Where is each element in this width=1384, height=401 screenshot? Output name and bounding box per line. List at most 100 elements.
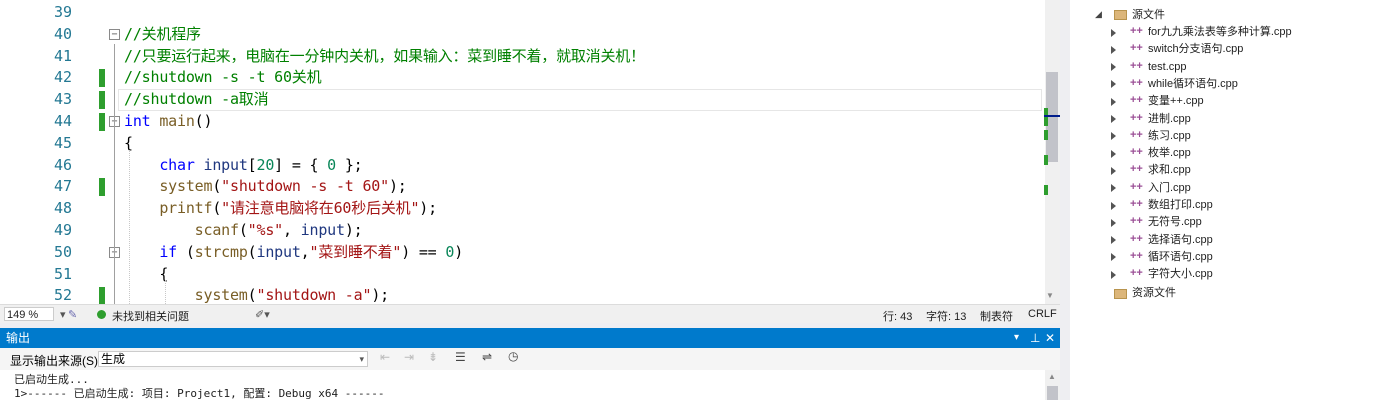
code-line[interactable]: 41 //只要运行起来，电脑在一分钟内关机，如果输入：菜到睡不着，就取消关机！: [0, 46, 1045, 68]
code-line[interactable]: 45{: [0, 133, 1045, 155]
prev-message-icon[interactable]: ⇤: [380, 350, 390, 364]
code-text: //shutdown -s -t 60关机: [124, 67, 322, 89]
code-line[interactable]: 42 //shutdown -s -t 60关机: [0, 67, 1045, 89]
collapsed-arrow-icon[interactable]: [1111, 28, 1116, 37]
tree-file-item[interactable]: 枚举.cpp: [1148, 145, 1191, 162]
code-token: //只要运行起来，电脑在一分钟内关机，如果输入：菜到睡不着，就取消关机！: [124, 46, 645, 65]
code-line[interactable]: 49 scanf("%s", input);: [0, 220, 1045, 242]
tree-folder-source[interactable]: 源文件: [1132, 7, 1165, 24]
collapsed-arrow-icon[interactable]: [1111, 149, 1116, 158]
tree-file-item[interactable]: for九九乘法表等多种计算.cpp: [1148, 24, 1292, 41]
line-number: 44: [53, 112, 72, 130]
code-token: //关机程序: [124, 24, 201, 43]
line-number: 46: [53, 155, 72, 174]
code-editor[interactable]: 39 40 −//关机程序 41 //只要运行起来，电脑在一分钟内关机，如果输入：菜到睡…: [0, 0, 1060, 304]
column-indicator[interactable]: 字符: 13: [926, 308, 966, 324]
code-token: (: [212, 199, 222, 218]
code-line[interactable]: 46 char input[20] = { 0 };: [0, 155, 1045, 177]
code-text: printf("请注意电脑将在60秒后关机");: [124, 198, 437, 220]
pin-icon[interactable]: ⊥: [1030, 328, 1040, 348]
close-icon[interactable]: ✕: [1045, 328, 1055, 348]
window-splitter[interactable]: [1060, 0, 1070, 400]
check-icon: [97, 310, 106, 319]
collapsed-arrow-icon[interactable]: [1111, 253, 1116, 262]
collapsed-arrow-icon[interactable]: [1111, 97, 1116, 106]
output-scroll-thumb[interactable]: [1047, 386, 1058, 400]
fold-guide: [114, 44, 115, 304]
code-line[interactable]: 39: [0, 2, 1045, 24]
eol-indicator[interactable]: CRLF: [1028, 308, 1057, 320]
collapsed-arrow-icon[interactable]: [1111, 218, 1116, 227]
line-number: 43: [53, 90, 72, 109]
zoom-level-select[interactable]: 149 %: [4, 307, 54, 321]
pane-menu-icon[interactable]: ▾: [1014, 328, 1019, 348]
issues-status[interactable]: 未找到相关问题: [112, 308, 189, 324]
collapsed-arrow-icon[interactable]: [1111, 45, 1116, 54]
code-token: 0: [327, 155, 337, 174]
output-source-select[interactable]: 生成 ▾: [98, 351, 368, 367]
line-number: 41: [53, 46, 72, 65]
folder-icon: [1114, 289, 1127, 299]
collapsed-arrow-icon[interactable]: [1111, 184, 1116, 193]
code-line[interactable]: 43 //shutdown -a取消: [0, 89, 1045, 112]
tree-file-item[interactable]: 变量++.cpp: [1148, 93, 1204, 110]
code-token: 0: [445, 242, 455, 261]
output-text-area[interactable]: 已启动生成... 1>------ 已启动生成: 项目: Project1, 配…: [0, 370, 1045, 400]
scroll-up-icon[interactable]: ▲: [1048, 372, 1056, 381]
tree-file-item[interactable]: test.cpp: [1148, 59, 1187, 76]
code-line[interactable]: 47 system("shutdown -s -t 60");: [0, 176, 1045, 198]
change-bar: [99, 69, 105, 88]
tree-file-item[interactable]: 字符大小.cpp: [1148, 266, 1213, 283]
indent-guide: [165, 280, 166, 304]
line-indicator[interactable]: 行: 43: [883, 308, 912, 324]
collapsed-arrow-icon[interactable]: [1111, 80, 1116, 89]
tree-file-item[interactable]: 求和.cpp: [1148, 162, 1191, 179]
tree-file-item[interactable]: 进制.cpp: [1148, 111, 1191, 128]
word-wrap-icon[interactable]: ⇌: [482, 350, 492, 364]
cpp-file-icon: ++: [1130, 111, 1143, 124]
line-number: 40: [53, 24, 72, 43]
code-line[interactable]: 51 {: [0, 264, 1045, 286]
collapsed-arrow-icon[interactable]: [1111, 270, 1116, 279]
code-token: int: [124, 112, 151, 130]
cpp-file-icon: ++: [1130, 249, 1143, 262]
tree-file-item[interactable]: while循环语句.cpp: [1148, 76, 1238, 93]
tree-file-item[interactable]: 练习.cpp: [1148, 128, 1191, 145]
collapsed-arrow-icon[interactable]: [1111, 201, 1116, 210]
cleanup-icon[interactable]: ✐▾: [255, 308, 270, 321]
expanded-arrow-icon[interactable]: ◢: [1095, 9, 1102, 20]
tree-file-item[interactable]: 循环语句.cpp: [1148, 249, 1213, 266]
collapsed-arrow-icon[interactable]: [1111, 166, 1116, 175]
code-line[interactable]: 50− if (strcmp(input,"菜到睡不着") == 0): [0, 242, 1045, 264]
code-token: };: [336, 155, 363, 174]
code-line[interactable]: 48 printf("请注意电脑将在60秒后关机");: [0, 198, 1045, 220]
tree-file-item[interactable]: 入门.cpp: [1148, 180, 1191, 197]
code-line[interactable]: 44− int main(): [0, 111, 1045, 133]
code-token: "请注意电脑将在60秒后关机": [221, 199, 420, 218]
scroll-down-icon[interactable]: ▼: [1046, 291, 1054, 300]
clear-all-icon[interactable]: ☰: [455, 350, 466, 364]
code-token: );: [419, 199, 437, 218]
code-text: system("shutdown -a");: [124, 285, 390, 304]
code-line[interactable]: 52 system("shutdown -a");: [0, 285, 1045, 304]
clear-filter-icon[interactable]: ⇟: [428, 350, 438, 364]
tabs-indicator[interactable]: 制表符: [980, 308, 1013, 324]
clock-icon[interactable]: ◷: [508, 349, 518, 363]
tree-file-item[interactable]: 无符号.cpp: [1148, 214, 1202, 231]
cpp-file-icon: ++: [1130, 232, 1143, 245]
zoom-dropdown-icon[interactable]: ▾: [60, 308, 66, 321]
collapsed-arrow-icon[interactable]: [1111, 115, 1116, 123]
tree-file-item[interactable]: 选择语句.cpp: [1148, 232, 1213, 249]
folder-icon: [1114, 10, 1127, 20]
collapse-icon[interactable]: −: [109, 28, 120, 40]
collapsed-arrow-icon[interactable]: [1111, 132, 1116, 141]
tree-file-item[interactable]: switch分支语句.cpp: [1148, 41, 1243, 58]
tree-folder-resources[interactable]: 资源文件: [1132, 285, 1176, 302]
collapsed-arrow-icon[interactable]: [1111, 236, 1116, 245]
tree-file-item[interactable]: 数组打印.cpp: [1148, 197, 1213, 214]
code-line[interactable]: 40 −//关机程序: [0, 24, 1045, 46]
collapsed-arrow-icon[interactable]: [1111, 63, 1116, 72]
next-message-icon[interactable]: ⇥: [404, 350, 414, 364]
brush-icon[interactable]: ✎: [68, 308, 77, 321]
